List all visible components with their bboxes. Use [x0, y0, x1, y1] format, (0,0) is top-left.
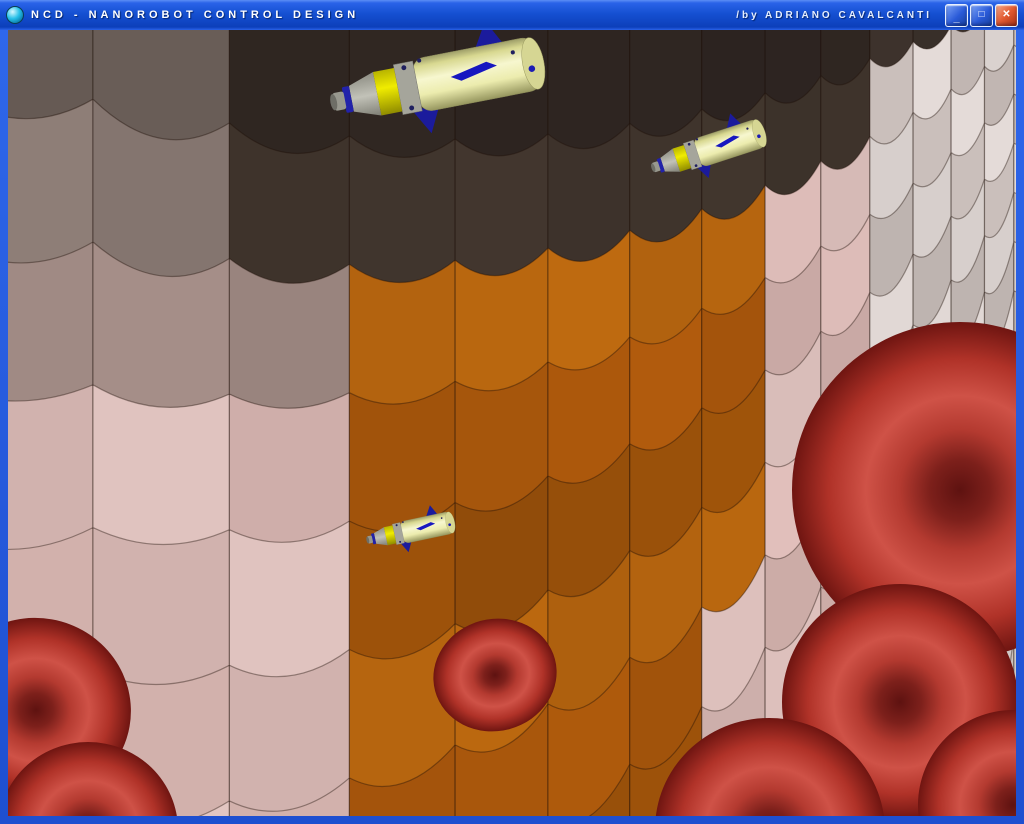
simulation-viewport[interactable]	[8, 30, 1016, 816]
window-byline: /by ADRIANO CAVALCANTI	[736, 10, 938, 21]
app-window: NCD - NANOROBOT CONTROL DESIGN /by ADRIA…	[0, 0, 1024, 824]
maximize-icon: □	[978, 10, 984, 20]
title-bar: NCD - NANOROBOT CONTROL DESIGN /by ADRIA…	[0, 0, 1024, 30]
window-controls: _ □ ✕	[945, 4, 1018, 27]
app-icon	[6, 6, 24, 24]
simulation-canvas[interactable]	[8, 30, 1016, 816]
minimize-icon: _	[953, 13, 959, 24]
close-icon: ✕	[1002, 10, 1010, 20]
close-button[interactable]: ✕	[995, 4, 1018, 27]
minimize-button[interactable]: _	[945, 4, 968, 27]
window-title: NCD - NANOROBOT CONTROL DESIGN	[31, 9, 359, 21]
maximize-button[interactable]: □	[970, 4, 993, 27]
